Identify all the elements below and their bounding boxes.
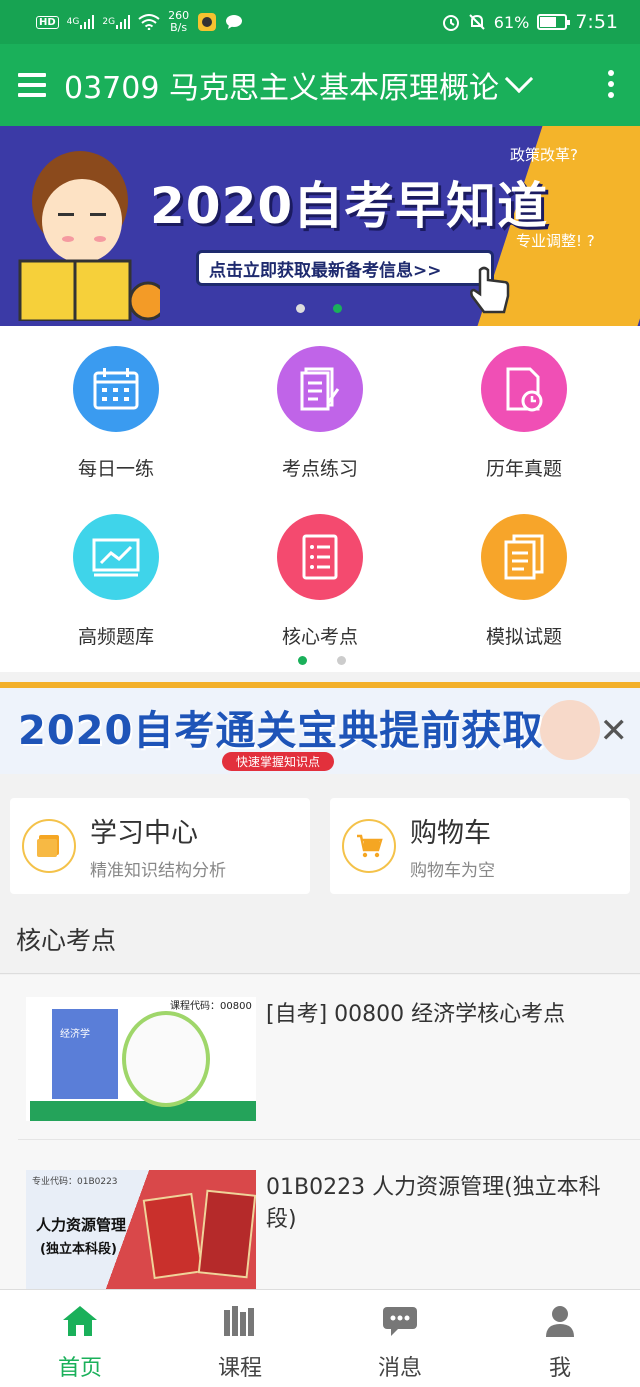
message-icon [380,1302,420,1340]
thumb-book-subtitle: (独立本科段) [40,1242,117,1257]
wifi-icon [138,14,160,30]
grid-item-past-papers[interactable]: 历年真题 [422,346,626,481]
card-subtitle: 购物车为空 [410,861,495,881]
signal-4g-label: 4G [66,17,80,27]
status-bar: HD 4G 2G 260 B/s 61% 7:51 [0,0,640,44]
grid-label: 模拟试题 [485,626,562,648]
banner-question-1: 政策改革? [510,146,578,164]
battery-fill [540,17,557,27]
banner-title: 2020自考早知道 [150,177,549,235]
list-item[interactable]: 经济学 课程代码：00800 [自考] 00800 经济学核心考点 [0,975,640,1140]
ad-subtitle: 快速掌握知识点 [222,752,335,771]
document-clock-icon [481,346,567,432]
student-illustration [18,151,160,321]
nav-label: 首页 [57,1356,102,1381]
close-icon[interactable]: ✕ [600,714,629,748]
grid-dot-1[interactable] [298,656,307,665]
thumb-course-code: 课程代码：00800 [170,1001,252,1012]
grid-label: 核心考点 [281,626,358,648]
document-edit-icon [277,346,363,432]
grid-item-daily-practice[interactable]: 每日一练 [14,346,218,481]
course-thumbnail: 专业代码：01B0223 人力资源管理 (独立本科段) [26,1170,256,1290]
nav-label: 我 [548,1356,571,1381]
book-icon [22,819,76,873]
grid-item-core-points[interactable]: 核心考点 [218,514,422,649]
shopping-cart-card[interactable]: 购物车 购物车为空 [330,798,630,894]
thumb-book-title: 人力资源管理 [36,1216,127,1234]
nav-profile[interactable]: 我 [480,1290,640,1387]
grid-label: 高频题库 [77,626,154,648]
stacked-documents-icon [481,514,567,600]
card-subtitle: 精准知识结构分析 [90,861,226,881]
app-bar: 03709 马克思主义基本原理概论 [0,44,640,126]
grid-item-point-practice[interactable]: 考点练习 [218,346,422,481]
banner-question-2: 专业调整! ? [516,232,595,250]
nav-messages[interactable]: 消息 [320,1290,480,1387]
grid-label: 每日一练 [77,458,154,480]
hd-badge: HD [36,15,59,29]
books-icon [220,1302,260,1340]
clock: 7:51 [575,11,618,33]
list-item-title: 01B0223 人力资源管理(独立本科段) [266,1175,601,1232]
feature-grid: 每日一练 考点练习 历年真题 高频题库 核心考点 模拟试题 [0,326,640,672]
ad-title: 2020自考通关宝典提前获取 [18,708,544,754]
thumb-book-title: 经济学 [60,1029,90,1040]
status-right: 61% 7:51 [442,11,618,33]
list-item[interactable]: 专业代码：01B0223 人力资源管理 (独立本科段) 01B0223 人力资源… [0,1140,640,1290]
user-icon [540,1302,580,1340]
mute-bell-icon [468,13,486,31]
battery-icon [537,14,571,30]
ad-decoration [540,700,600,760]
battery-percent: 61% [493,12,530,32]
section-title: 核心考点 [0,904,640,974]
list-document-icon [277,514,363,600]
list-item-title: [自考] 00800 经济学核心考点 [266,1002,566,1027]
grid-pagination [298,656,346,665]
learning-center-card[interactable]: 学习中心 精准知识结构分析 [10,798,310,894]
grid-label: 历年真题 [485,458,562,480]
thumb-major-code: 专业代码：01B0223 [32,1177,118,1187]
speed-unit: B/s [170,21,188,34]
nav-courses[interactable]: 课程 [160,1290,320,1387]
signal-2g-label: 2G [102,17,116,27]
shortcut-cards: 学习中心 精准知识结构分析 购物车 购物车为空 [0,798,640,894]
nav-label: 消息 [377,1356,422,1381]
grid-label: 考点练习 [281,458,358,480]
bottom-nav: 首页 课程 消息 我 [0,1289,640,1387]
nav-home[interactable]: 首页 [0,1290,160,1387]
banner-pagination [296,304,342,313]
cart-icon [342,819,396,873]
app-notification-icon [197,12,217,32]
signal-4g-icon: 4G [67,15,95,29]
signal-2g-icon: 2G [102,15,131,29]
grid-item-mock-exams[interactable]: 模拟试题 [422,514,626,649]
more-vertical-icon[interactable] [608,70,614,98]
chart-screen-icon [73,514,159,600]
promo-banner[interactable]: 2020自考早知道 点击立即获取最新备考信息>> 政策改革? 专业调整! ? [0,126,640,326]
chevron-down-icon[interactable] [504,64,534,94]
home-icon [60,1302,100,1340]
calendar-icon [73,346,159,432]
hand-pointer-icon [470,266,510,314]
status-left: HD 4G 2G 260 B/s [36,10,243,34]
chat-icon [225,14,243,30]
banner-dot-2[interactable] [333,304,342,313]
banner-cta-button[interactable]: 点击立即获取最新备考信息>> [196,250,494,286]
grid-item-high-frequency[interactable]: 高频题库 [14,514,218,649]
card-title: 购物车 [410,818,491,849]
alarm-icon [442,13,460,31]
ad-banner[interactable]: 2020自考通关宝典提前获取 快速掌握知识点 ✕ [0,682,640,774]
course-thumbnail: 经济学 课程代码：00800 [26,997,256,1121]
nav-label: 课程 [217,1356,262,1381]
banner-dot-1[interactable] [296,304,305,313]
card-title: 学习中心 [90,818,198,849]
menu-icon[interactable] [0,44,64,126]
grid-dot-2[interactable] [337,656,346,665]
course-title[interactable]: 03709 马克思主义基本原理概论 [64,63,499,107]
network-speed: 260 B/s [168,10,189,34]
